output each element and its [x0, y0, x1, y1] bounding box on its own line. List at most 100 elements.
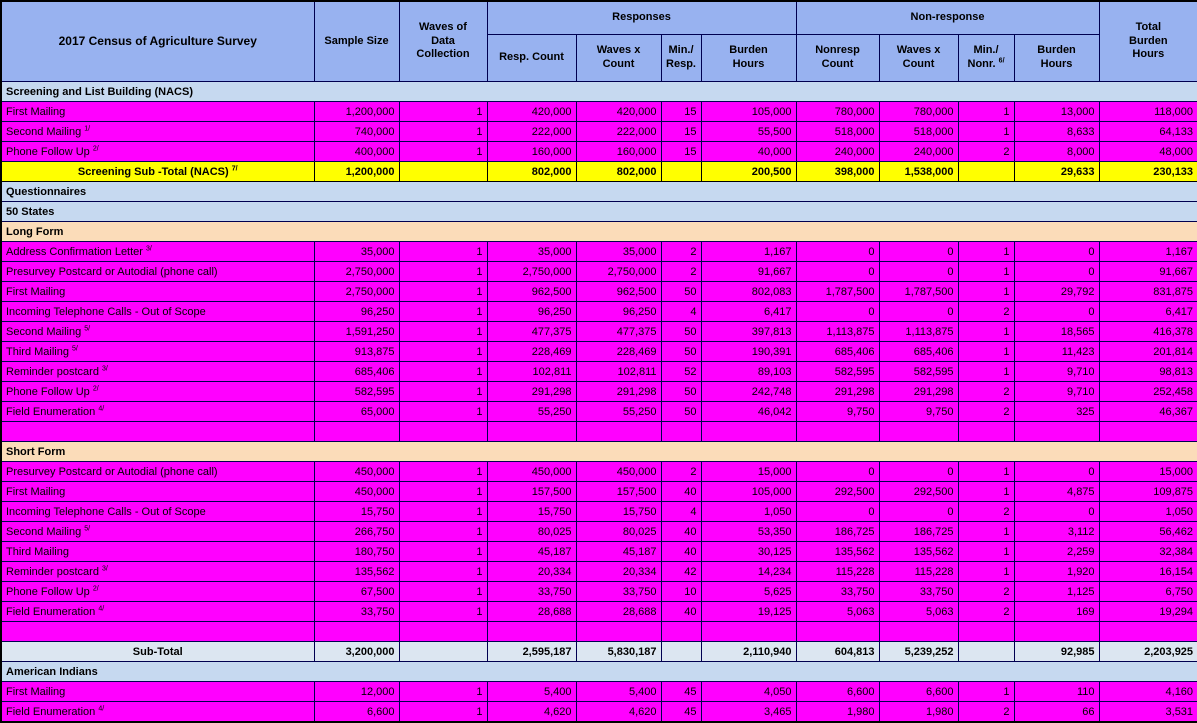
value-cell: 0	[796, 242, 879, 262]
value-cell: 2	[958, 502, 1014, 522]
value-cell: 2	[958, 142, 1014, 162]
value-cell: 240,000	[879, 142, 958, 162]
header-row-groups: 2017 Census of Agriculture Survey Sample…	[1, 1, 1197, 35]
empty-cell	[661, 422, 701, 442]
value-cell: 240,000	[796, 142, 879, 162]
row-label: Presurvey Postcard or Autodial (phone ca…	[1, 462, 314, 482]
value-cell: 35,000	[576, 242, 661, 262]
value-cell: 20,334	[576, 562, 661, 582]
empty-cell	[1, 422, 314, 442]
row-label: Field Enumeration 4/	[1, 402, 314, 422]
empty-cell	[1014, 422, 1099, 442]
table-row: Presurvey Postcard or Autodial (phone ca…	[1, 462, 1197, 482]
value-cell: 105,000	[701, 102, 796, 122]
empty-cell	[796, 622, 879, 642]
value-cell: 45,187	[576, 542, 661, 562]
table-row: Incoming Telephone Calls - Out of Scope9…	[1, 302, 1197, 322]
table-row: First Mailing1,200,0001420,000420,000151…	[1, 102, 1197, 122]
col-group-nonresponse: Non-response	[796, 1, 1099, 35]
value-cell: 420,000	[576, 102, 661, 122]
col-header-waves-of-data-collection: Waves of Data Collection	[399, 1, 487, 82]
value-cell: 477,375	[487, 322, 576, 342]
col-header-resp-burden-hours: Burden Hours	[701, 35, 796, 82]
value-cell: 115,228	[879, 562, 958, 582]
value-cell: 18,565	[1014, 322, 1099, 342]
value-cell: 802,083	[701, 282, 796, 302]
value-cell: 0	[879, 262, 958, 282]
empty-cell	[576, 422, 661, 442]
value-cell: 4,875	[1014, 482, 1099, 502]
value-cell: 15,000	[1099, 462, 1197, 482]
value-cell: 1	[399, 562, 487, 582]
value-cell: 40	[661, 482, 701, 502]
value-cell: 1	[399, 282, 487, 302]
col-header-nonresp-burden-hours: Burden Hours	[1014, 35, 1099, 82]
value-cell: 91,667	[1099, 262, 1197, 282]
value-cell: 222,000	[576, 122, 661, 142]
value-cell: 582,595	[314, 382, 399, 402]
empty-cell	[576, 622, 661, 642]
value-cell: 1,200,000	[314, 162, 399, 182]
empty-cell	[399, 422, 487, 442]
value-cell: 48,000	[1099, 142, 1197, 162]
value-cell: 4	[661, 302, 701, 322]
value-cell: 291,298	[879, 382, 958, 402]
row-label: First Mailing	[1, 282, 314, 302]
empty-cell	[796, 422, 879, 442]
section-row: Screening and List Building (NACS)	[1, 82, 1197, 102]
value-cell: 29,792	[1014, 282, 1099, 302]
value-cell: 228,469	[487, 342, 576, 362]
col-header-nonresp-waves-x-count: Waves x Count	[879, 35, 958, 82]
row-label: Field Enumeration 4/	[1, 602, 314, 622]
value-cell: 450,000	[576, 462, 661, 482]
row-label: Phone Follow Up 2/	[1, 142, 314, 162]
value-cell: 15,750	[314, 502, 399, 522]
value-cell: 1	[399, 322, 487, 342]
value-cell: 518,000	[796, 122, 879, 142]
table-row: Phone Follow Up 2/67,500133,75033,750105…	[1, 582, 1197, 602]
value-cell: 1,980	[796, 702, 879, 723]
value-cell: 5,400	[487, 682, 576, 702]
empty-cell	[314, 422, 399, 442]
value-cell: 186,725	[879, 522, 958, 542]
value-cell: 5,400	[576, 682, 661, 702]
section-row: Long Form	[1, 222, 1197, 242]
value-cell: 416,378	[1099, 322, 1197, 342]
value-cell: 67,500	[314, 582, 399, 602]
table-row: Third Mailing180,750145,18745,1874030,12…	[1, 542, 1197, 562]
value-cell: 35,000	[487, 242, 576, 262]
table-row: Reminder postcard 3/685,4061102,811102,8…	[1, 362, 1197, 382]
value-cell: 80,025	[576, 522, 661, 542]
value-cell: 291,298	[796, 382, 879, 402]
value-cell: 2	[958, 602, 1014, 622]
value-cell: 45,187	[487, 542, 576, 562]
value-cell: 2,750,000	[576, 262, 661, 282]
value-cell: 1	[958, 282, 1014, 302]
value-cell: 96,250	[576, 302, 661, 322]
value-cell: 180,750	[314, 542, 399, 562]
row-label: Incoming Telephone Calls - Out of Scope	[1, 502, 314, 522]
value-cell: 6,417	[1099, 302, 1197, 322]
value-cell: 1	[958, 562, 1014, 582]
value-cell: 33,750	[796, 582, 879, 602]
value-cell: 1	[958, 122, 1014, 142]
value-cell: 1,050	[701, 502, 796, 522]
footnote-marker: 6/	[999, 57, 1005, 64]
value-cell: 28,688	[576, 602, 661, 622]
value-cell: 160,000	[487, 142, 576, 162]
table-row: Reminder postcard 3/135,562120,33420,334…	[1, 562, 1197, 582]
empty-cell	[1, 622, 314, 642]
value-cell: 42	[661, 562, 701, 582]
value-cell: 105,000	[701, 482, 796, 502]
value-cell: 450,000	[314, 462, 399, 482]
value-cell: 1	[399, 262, 487, 282]
table-row: Phone Follow Up 2/400,0001160,000160,000…	[1, 142, 1197, 162]
value-cell: 19,294	[1099, 602, 1197, 622]
footnote-marker: 3/	[102, 365, 108, 372]
value-cell: 8,633	[1014, 122, 1099, 142]
value-cell: 46,367	[1099, 402, 1197, 422]
value-cell: 1	[399, 502, 487, 522]
row-label: Third Mailing	[1, 542, 314, 562]
section-title: 50 States	[1, 202, 1197, 222]
section-title: Short Form	[1, 442, 1197, 462]
